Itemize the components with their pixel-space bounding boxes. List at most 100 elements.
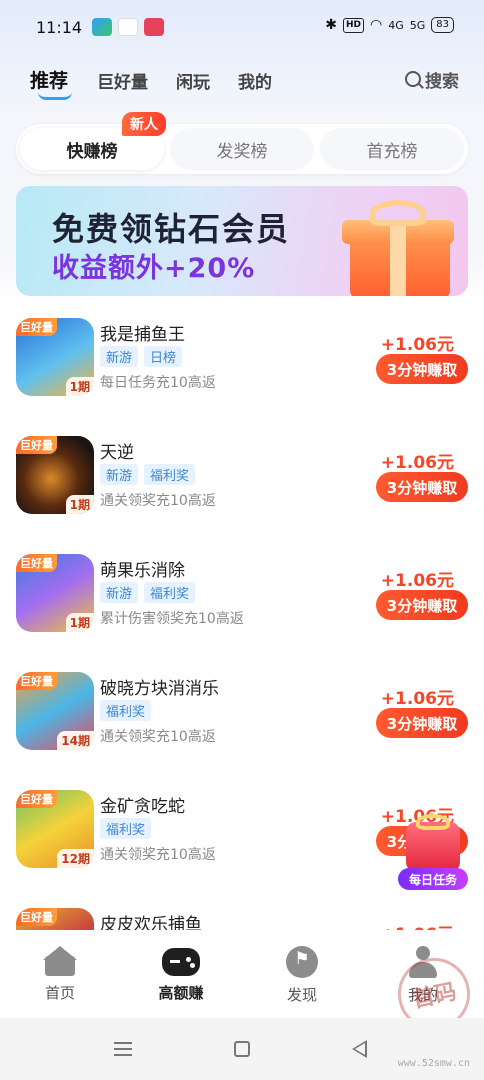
game-tags: 福利奖 (100, 700, 152, 721)
game-tag: 日榜 (144, 346, 183, 367)
reward-amount: +1.06元 (381, 920, 454, 930)
signal-5g-icon: 5G (409, 18, 426, 32)
tab-home[interactable]: 首页 (0, 946, 120, 1003)
game-description: 通关领奖充10高返 (100, 847, 216, 863)
game-name: 我是捕鱼王 (100, 325, 185, 345)
earn-button[interactable]: 3分钟赚取 (376, 708, 468, 738)
daily-task-widget[interactable]: 每日任务 (398, 814, 468, 894)
segment-label: 快赚榜 (66, 141, 118, 162)
tab-label: 高额赚 (158, 984, 204, 1002)
game-description: 通关领奖充10高返 (100, 729, 216, 745)
game-period: 1期 (65, 377, 94, 396)
segment-first-charge[interactable]: 首充榜 (320, 128, 464, 170)
game-tag: 新游 (100, 346, 139, 367)
game-icon: 巨好量 1期 (16, 436, 94, 514)
game-badge: 巨好量 (16, 908, 57, 926)
game-name: 破晓方块消消乐 (100, 679, 219, 699)
game-tag: 福利奖 (100, 700, 152, 721)
heart-notification-icon (144, 18, 164, 36)
game-name: 皮皮欢乐捕鱼 (100, 915, 202, 930)
game-tags: 福利奖 (100, 818, 152, 839)
game-badge: 巨好量 (16, 672, 57, 690)
tab-label: 首页 (44, 984, 75, 1002)
signal-4g-icon: 4G (388, 18, 404, 32)
tab-mine[interactable]: 我的 (238, 68, 272, 93)
reward-amount: +1.06元 (380, 689, 454, 709)
game-description: 通关领奖充10高返 (100, 493, 216, 509)
tab-discover[interactable]: 发现 (242, 946, 362, 1005)
gift-box-icon (342, 200, 454, 296)
game-tag: 福利奖 (144, 464, 196, 485)
earn-button[interactable]: 3分钟赚取 (376, 590, 468, 620)
new-user-badge: 新人 (122, 112, 166, 136)
game-tag: 福利奖 (100, 818, 152, 839)
segment-label: 发奖榜 (216, 141, 268, 162)
game-tag: 福利奖 (144, 582, 196, 603)
system-nav-bar (0, 1018, 484, 1080)
battery-icon: 83 (431, 17, 454, 33)
game-tags: 新游 福利奖 (100, 464, 196, 485)
top-nav: 推荐 巨好量 闲玩 我的 搜索 (30, 62, 468, 102)
banner-subtitle: 收益额外+20% (52, 253, 256, 284)
status-indicators: ✱ HD ◠ 4G 5G 83 (325, 17, 454, 33)
search-button[interactable]: 搜索 (396, 62, 468, 96)
status-time: 11:14 (36, 18, 83, 37)
game-description: 每日任务充10高返 (100, 375, 216, 391)
home-button[interactable] (234, 1041, 250, 1057)
hd-icon: HD (342, 17, 364, 33)
game-name: 萌果乐消除 (100, 561, 185, 581)
game-description: 累计伤害领奖充10高返 (100, 611, 244, 627)
game-icon: 巨好量 14期 (16, 672, 94, 750)
search-label: 搜索 (425, 71, 459, 92)
list-item[interactable]: 巨好量 1期 天逆 新游 福利奖 通关领奖充10高返 +1.06元 3分钟赚取 (0, 428, 484, 528)
status-app-icons (92, 18, 164, 36)
promo-banner[interactable]: 免费领钻石会员 收益额外+20% (16, 186, 468, 296)
active-tab-underline (38, 92, 72, 100)
daily-task-label: 每日任务 (398, 868, 468, 890)
home-icon (43, 946, 77, 976)
game-icon: 巨好量 1期 (16, 554, 94, 632)
tab-recommend[interactable]: 推荐 (30, 66, 68, 93)
earn-button[interactable]: 3分钟赚取 (376, 354, 468, 384)
tab-label: 发现 (286, 986, 317, 1004)
tab-xianwan[interactable]: 闲玩 (176, 68, 210, 93)
game-badge: 巨好量 (16, 554, 57, 572)
recent-apps-button[interactable] (114, 1042, 132, 1056)
reward-amount: +1.06元 (380, 453, 454, 473)
bluetooth-icon: ✱ (325, 17, 337, 33)
search-icon (405, 71, 421, 87)
back-button[interactable] (352, 1040, 367, 1058)
ranking-segment-bar: 快赚榜 新人 发奖榜 首充榜 (16, 112, 468, 174)
tab-juhaoliang[interactable]: 巨好量 (97, 68, 148, 93)
game-icon: 巨好量 1期 (16, 318, 94, 396)
status-bar: 11:14 ✱ HD ◠ 4G 5G 83 (0, 0, 484, 56)
wenku-notification-icon (118, 18, 138, 36)
earn-button[interactable]: 3分钟赚取 (376, 472, 468, 502)
game-badge: 巨好量 (16, 790, 57, 808)
game-badge: 巨好量 (16, 436, 57, 454)
list-item[interactable]: 巨好量 14期 破晓方块消消乐 福利奖 通关领奖充10高返 +1.06元 3分钟… (0, 664, 484, 764)
segment-award[interactable]: 发奖榜 (170, 128, 314, 170)
list-item[interactable]: 巨好量 1期 萌果乐消除 新游 福利奖 累计伤害领奖充10高返 +1.06元 3… (0, 546, 484, 646)
wifi-icon: ◠ (369, 17, 383, 33)
segment-label: 首充榜 (366, 141, 418, 162)
game-icon: 巨好量 12期 (16, 790, 94, 868)
list-item[interactable]: 巨好量 1期 我是捕鱼王 新游 日榜 每日任务充10高返 +1.06元 3分钟赚… (0, 310, 484, 410)
discover-icon (286, 946, 318, 978)
game-period: 1期 (65, 495, 94, 514)
banner-title: 免费领钻石会员 (52, 210, 291, 248)
tab-high-earn[interactable]: 高额赚 (121, 946, 241, 1003)
game-period: 14期 (57, 731, 94, 750)
game-tags: 新游 福利奖 (100, 582, 196, 603)
game-tag: 新游 (100, 464, 139, 485)
game-icon: 巨好量 (16, 908, 94, 930)
game-name: 天逆 (100, 443, 134, 463)
reward-amount: +1.06元 (380, 571, 454, 591)
game-name: 金矿贪吃蛇 (100, 797, 185, 817)
gift-bow-icon (416, 814, 450, 830)
list-item[interactable]: 巨好量 皮皮欢乐捕鱼 +1.06元 (0, 900, 484, 930)
gamepad-icon (162, 948, 200, 976)
watermark-url: www.52smw.cn (397, 1058, 470, 1069)
game-tags: 新游 日榜 (100, 346, 183, 367)
game-period: 1期 (65, 613, 94, 632)
